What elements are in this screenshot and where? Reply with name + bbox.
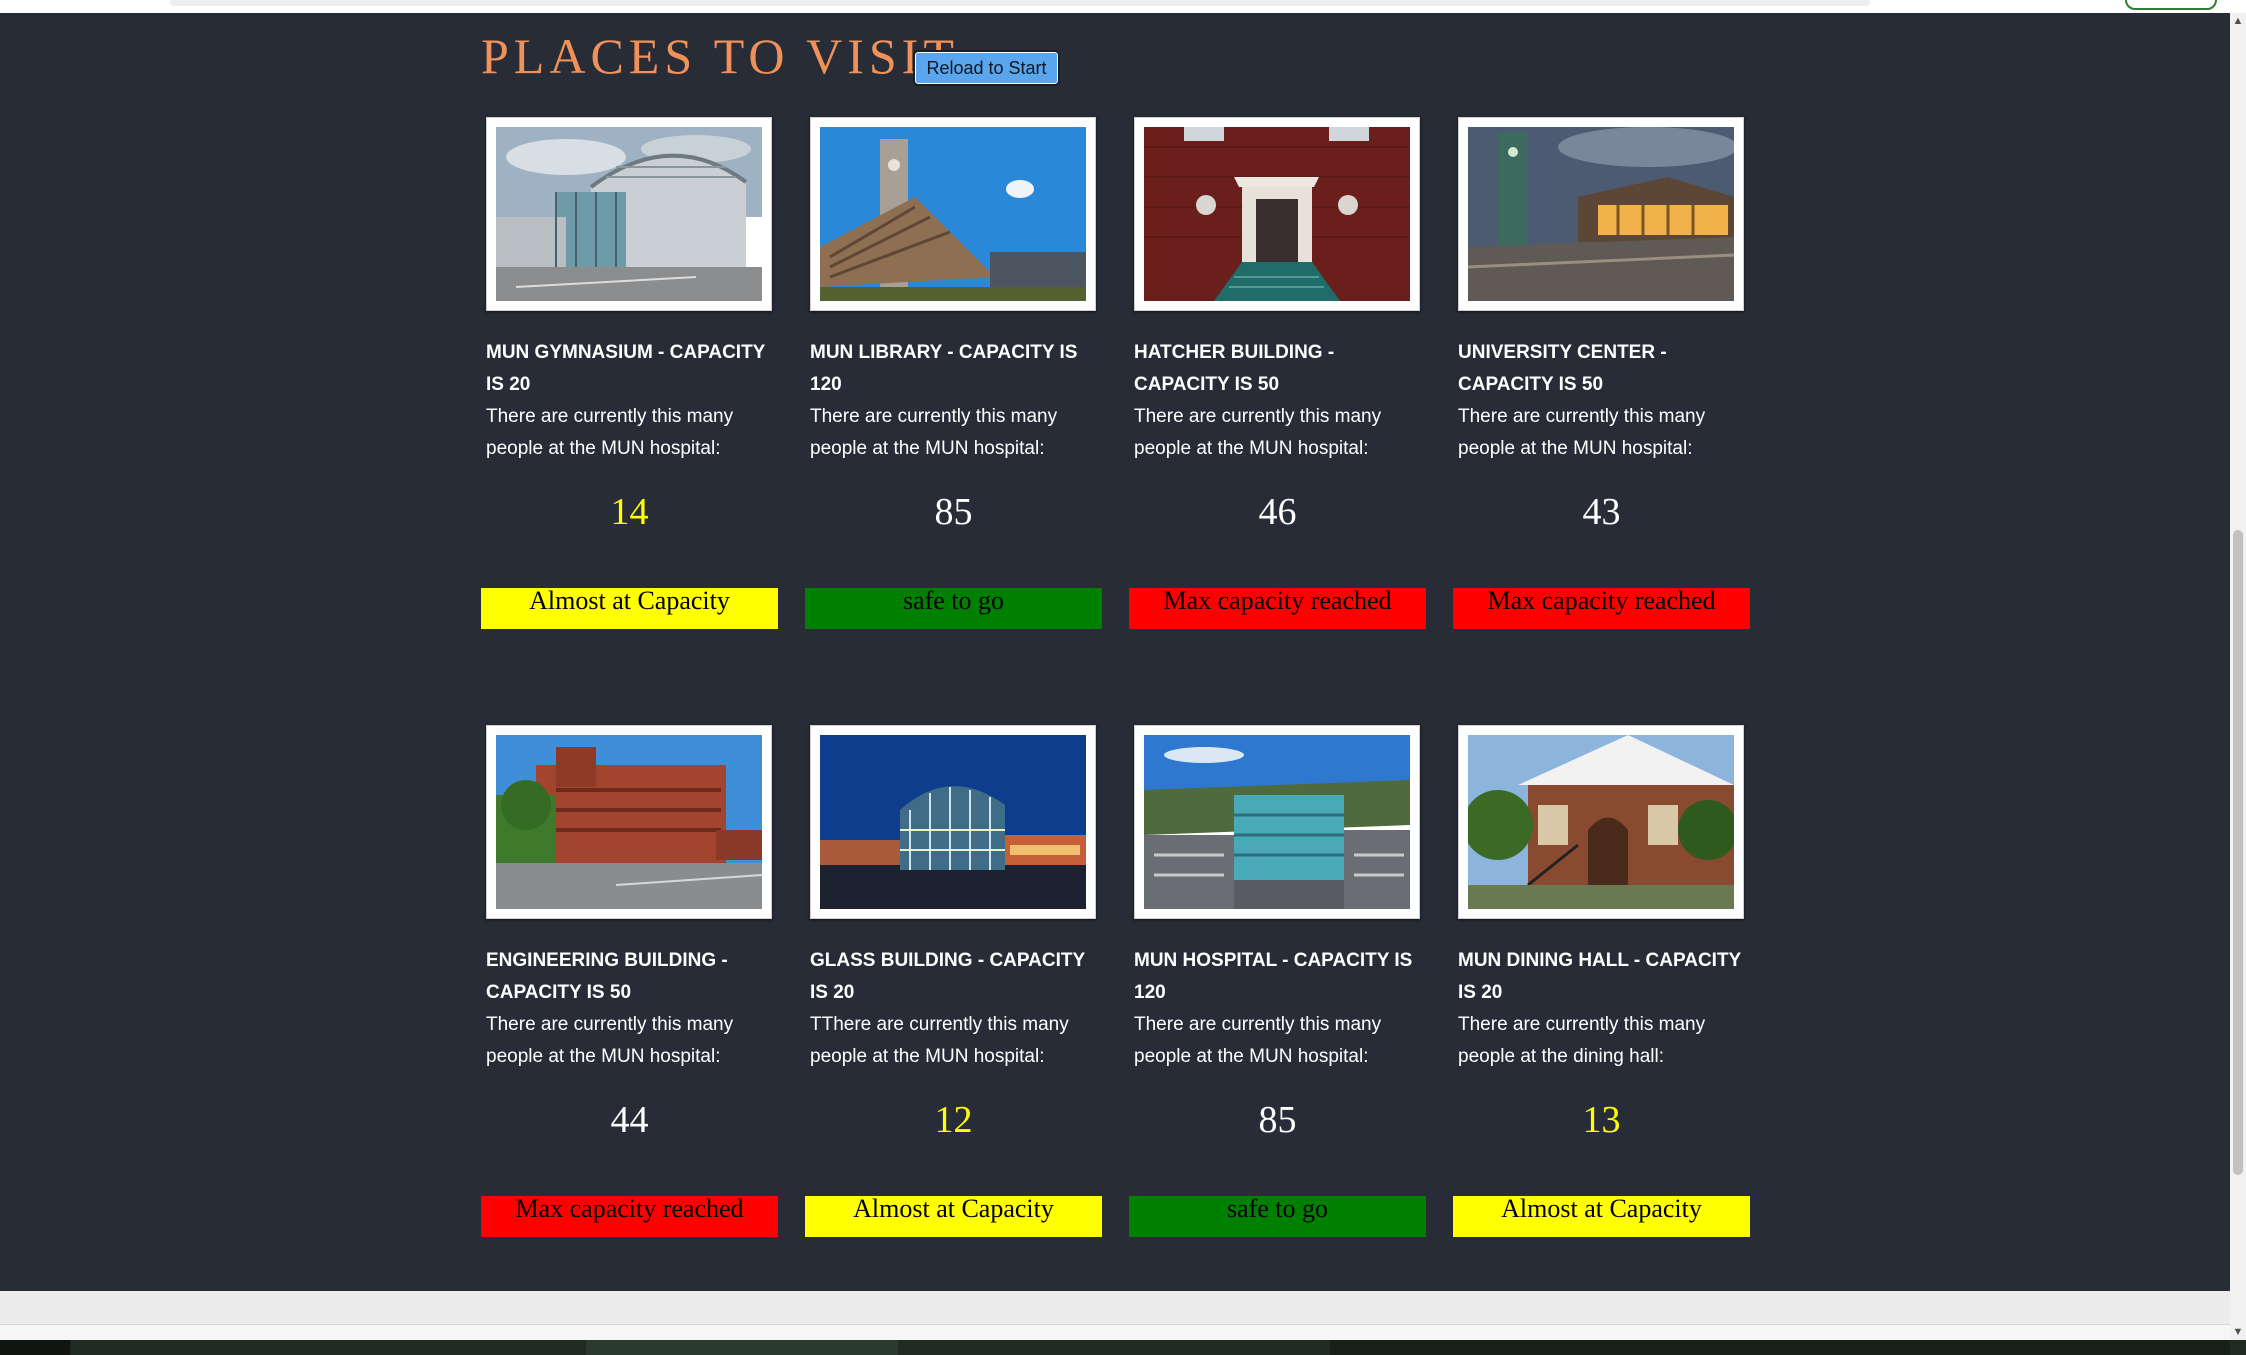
- capacity-status-badge: safe to go: [1129, 1196, 1426, 1237]
- taskbar-tray: [1330, 1340, 2230, 1355]
- place-description: There are currently this many people at …: [486, 406, 734, 459]
- place-title: MUN DINING HALL - CAPACITY IS 20: [1458, 950, 1741, 1003]
- page-footer-strip: [0, 1291, 2230, 1341]
- taskbar-app-item[interactable]: [586, 1340, 898, 1355]
- capacity-status-badge: safe to go: [805, 588, 1102, 629]
- place-title: MUN GYMNASIUM - CAPACITY IS 20: [486, 342, 766, 395]
- page-title: PLACES TO VISIT: [481, 28, 959, 84]
- capacity-status-badge: Almost at Capacity: [481, 588, 778, 629]
- address-bar-edge: [170, 0, 1870, 6]
- place-description: There are currently this many people at …: [810, 406, 1058, 459]
- place-description: There are currently this many people at …: [1458, 1014, 1706, 1067]
- capacity-status-badge: Almost at Capacity: [1453, 1196, 1750, 1237]
- university-center-photo: [1458, 117, 1744, 311]
- page-content: PLACES TO VISIT Reload to Start MUN GYMN…: [0, 13, 2230, 1291]
- horizontal-scrollbar[interactable]: [0, 1324, 2230, 1341]
- scroll-up-arrow-icon[interactable]: ▲: [2230, 13, 2246, 29]
- place-title: UNIVERSITY CENTER - CAPACITY IS 50: [1458, 342, 1667, 395]
- reload-to-start-button[interactable]: Reload to Start: [913, 50, 1060, 86]
- people-count: 46: [1258, 491, 1297, 533]
- place-title: GLASS BUILDING - CAPACITY IS 20: [810, 950, 1085, 1003]
- taskbar: [0, 1340, 2246, 1355]
- capacity-status-badge: Max capacity reached: [481, 1196, 778, 1237]
- library-photo: [810, 117, 1096, 311]
- place-title: HATCHER BUILDING - CAPACITY IS 50: [1134, 342, 1335, 395]
- people-count: 85: [1258, 1099, 1297, 1141]
- hatcher-building-photo: [1134, 117, 1420, 311]
- browser-top-strip: [0, 0, 2246, 13]
- people-count: 12: [934, 1099, 973, 1141]
- gymnasium-photo: [486, 117, 772, 311]
- capacity-status-badge: Max capacity reached: [1129, 588, 1426, 629]
- people-count: 44: [610, 1099, 649, 1141]
- vertical-scrollbar[interactable]: ▲ ▼: [2230, 13, 2246, 1340]
- dining-hall-photo: [1458, 725, 1744, 919]
- place-title: ENGINEERING BUILDING - CAPACITY IS 50: [486, 950, 728, 1003]
- capacity-status-badge: Max capacity reached: [1453, 588, 1750, 629]
- taskbar-start-area[interactable]: [0, 1340, 70, 1355]
- place-title: MUN HOSPITAL - CAPACITY IS 120: [1134, 950, 1413, 1003]
- place-title: MUN LIBRARY - CAPACITY IS 120: [810, 342, 1078, 395]
- people-count: 14: [610, 491, 649, 533]
- place-description: TThere are currently this many people at…: [810, 1014, 1069, 1067]
- engineering-building-photo: [486, 725, 772, 919]
- place-description: There are currently this many people at …: [1134, 1014, 1382, 1067]
- people-count: 13: [1582, 1099, 1621, 1141]
- people-count: 85: [934, 491, 973, 533]
- capacity-status-badge: Almost at Capacity: [805, 1196, 1102, 1237]
- glass-building-photo: [810, 725, 1096, 919]
- place-description: There are currently this many people at …: [1458, 406, 1706, 459]
- top-right-pill-button[interactable]: [2125, 0, 2217, 10]
- people-count: 43: [1582, 491, 1621, 533]
- scroll-down-arrow-icon[interactable]: ▼: [2230, 1324, 2246, 1340]
- place-description: There are currently this many people at …: [1134, 406, 1382, 459]
- place-description: There are currently this many people at …: [486, 1014, 734, 1067]
- scrollbar-thumb[interactable]: [2233, 530, 2243, 1175]
- hospital-photo: [1134, 725, 1420, 919]
